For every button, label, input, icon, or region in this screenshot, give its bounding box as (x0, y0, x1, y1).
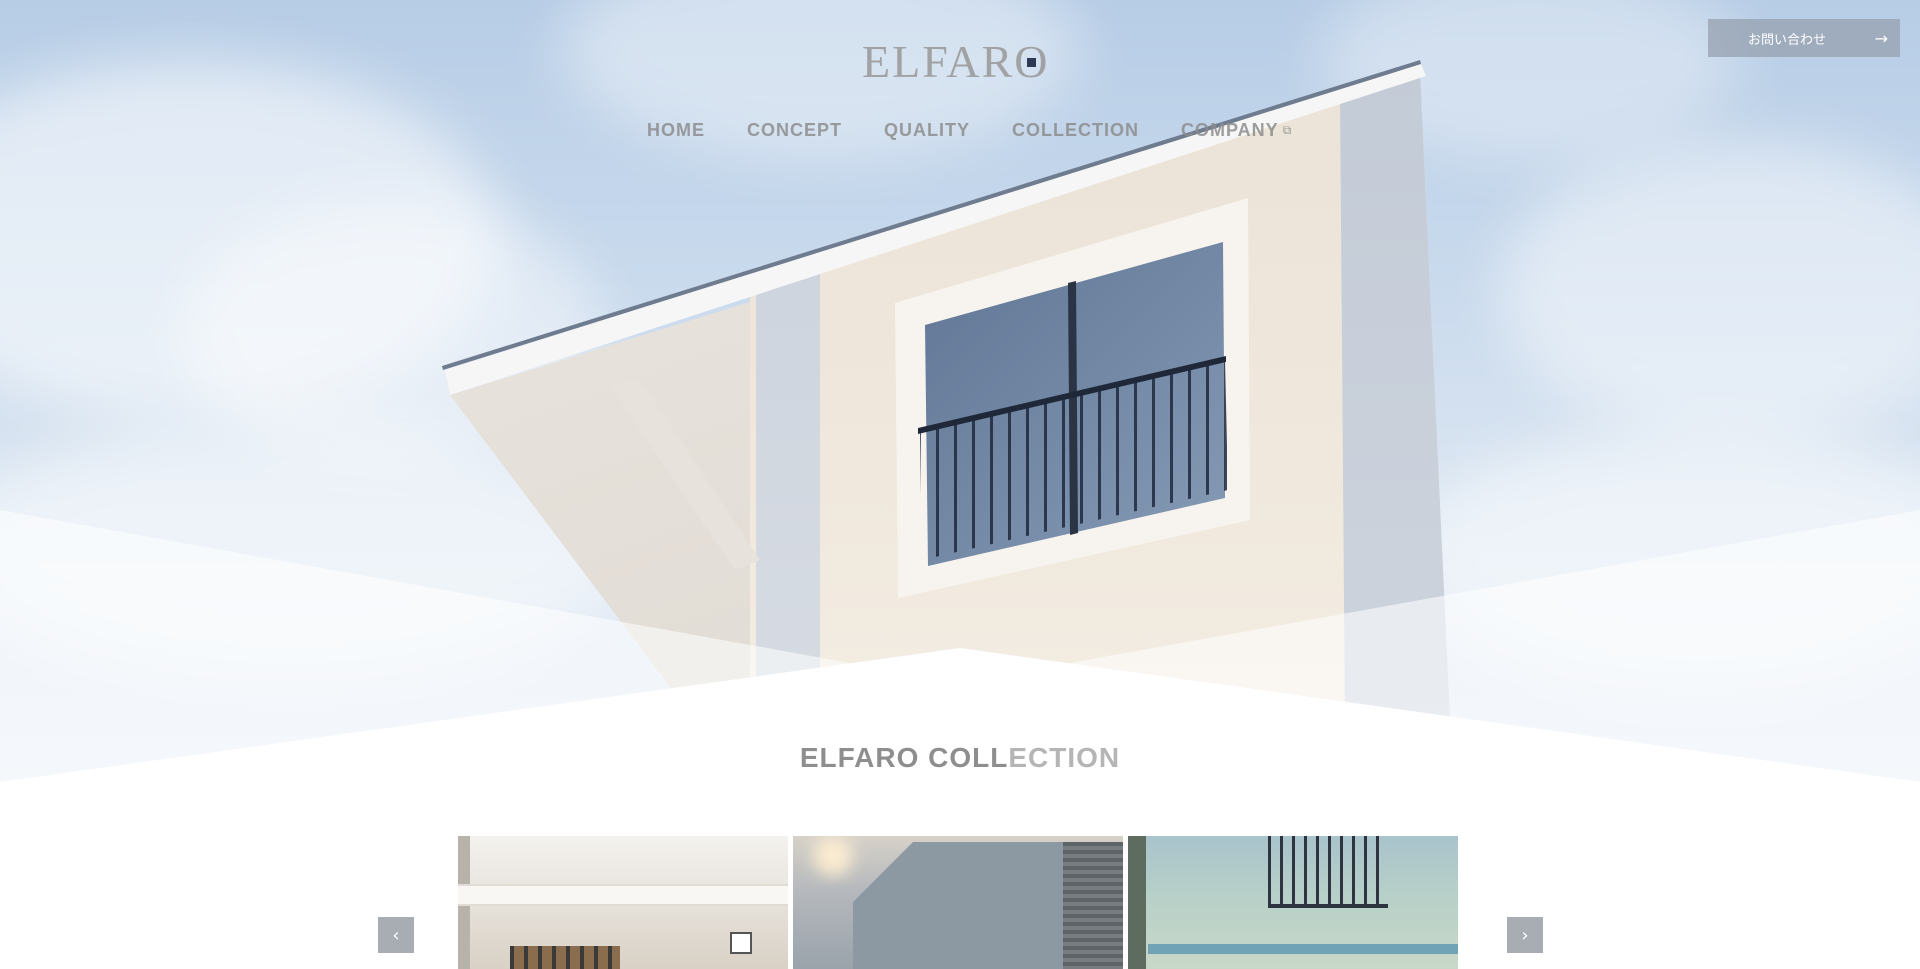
nav-item-concept[interactable]: CONCEPT (747, 120, 842, 141)
slider-prev-button[interactable]: ‹ (378, 917, 414, 953)
site-logo[interactable]: ELFARO (862, 39, 1050, 85)
nav-item-collection[interactable]: COLLECTION (1012, 120, 1139, 141)
card-image-detail (1268, 836, 1388, 908)
card-image-detail (1128, 836, 1146, 969)
nav-item-label: HOME (647, 120, 705, 140)
main-nav: HOME CONCEPT QUALITY COLLECTION COMPANY … (647, 120, 1292, 141)
nav-item-label: QUALITY (884, 120, 971, 140)
contact-button-label: お問い合わせ (1748, 32, 1827, 48)
collection-card[interactable] (793, 836, 1123, 969)
slider-next-button[interactable]: › (1507, 917, 1543, 953)
nav-item-label: COLLECTION (1012, 120, 1140, 140)
logo-text: ELFARO (862, 36, 1050, 87)
arrow-right-icon: → (1874, 28, 1888, 48)
section-title-main: ELFARO COLL (799, 742, 1009, 773)
card-image-detail (1063, 842, 1123, 969)
chevron-right-icon: › (1521, 924, 1529, 946)
nav-item-label: CONCEPT (747, 120, 843, 140)
section-title: ELFARO COLLECTION (0, 742, 1920, 774)
card-image-detail (510, 946, 620, 969)
logo-dot-icon (1026, 58, 1036, 67)
nav-item-label: COMPANY (1181, 120, 1279, 140)
card-image-detail (1148, 944, 1458, 954)
nav-item-quality[interactable]: QUALITY (884, 120, 970, 141)
card-image-detail (730, 932, 752, 954)
card-image-detail (458, 884, 788, 906)
contact-button[interactable]: お問い合わせ → (1708, 19, 1900, 57)
collection-card[interactable] (458, 836, 788, 969)
nav-item-home[interactable]: HOME (647, 120, 705, 141)
nav-item-company[interactable]: COMPANY ⧉ (1181, 120, 1292, 141)
section-title-faded: ECTION (1008, 742, 1121, 773)
chevron-left-icon: ‹ (392, 924, 400, 946)
collection-card[interactable] (1128, 836, 1458, 969)
card-image-detail (813, 836, 853, 876)
external-link-icon: ⧉ (1282, 123, 1293, 137)
card-image-detail (853, 842, 1073, 969)
